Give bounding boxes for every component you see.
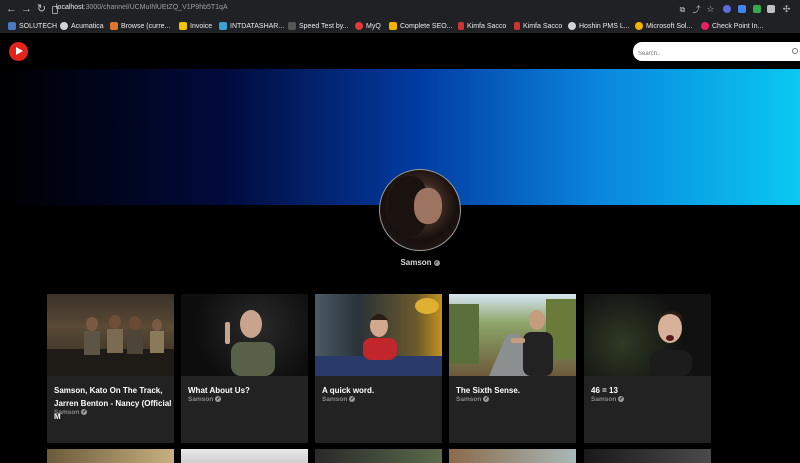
forward-icon[interactable]: → [21, 4, 32, 15]
back-icon[interactable]: ← [6, 4, 17, 15]
bookmark-favicon-icon [701, 22, 709, 30]
bookmark-item[interactable]: Browse (curre... [110, 21, 170, 31]
bookmark-favicon-icon [110, 22, 118, 30]
search-input[interactable] [636, 43, 790, 65]
bookmark-star-icon[interactable]: ☆ [705, 4, 716, 15]
thumbnail-image [650, 311, 692, 376]
verified-icon: ✓ [215, 396, 222, 403]
channel-name: Samson ✓ [400, 258, 440, 267]
video-channel[interactable]: Samson ✓ [188, 396, 222, 403]
video-thumbnail[interactable] [315, 294, 442, 376]
bookmark-favicon-icon [514, 22, 520, 30]
reload-icon[interactable]: ↻ [36, 4, 47, 15]
bookmark-item[interactable]: Kimfa Sacco [514, 21, 562, 31]
video-thumbnail[interactable] [181, 294, 308, 376]
youtube-logo-icon[interactable] [9, 42, 28, 61]
bookmark-favicon-icon [179, 22, 187, 30]
open-in-window-icon[interactable]: ⧉ [677, 4, 688, 15]
browser-toolbar: ← → ↻ localhost:3000/channel/UCMuIhlUEtZ… [0, 0, 800, 19]
extension-icon[interactable] [723, 5, 731, 13]
bookmark-item[interactable]: Hoshin PMS L... [568, 21, 630, 31]
bookmark-item[interactable]: MyQ [355, 21, 381, 31]
video-card[interactable]: The Sixth Sense. Samson ✓ [449, 294, 576, 443]
avatar-face [414, 188, 442, 224]
address-bar[interactable]: localhost:3000/channel/UCMuIhlUEtZQ_V1P9… [56, 4, 228, 11]
bookmark-favicon-icon [219, 22, 227, 30]
search-icon[interactable] [792, 48, 798, 54]
video-thumbnail[interactable] [584, 294, 711, 376]
video-channel[interactable]: Samson ✓ [54, 409, 88, 416]
verified-icon: ✓ [483, 396, 490, 403]
search-box[interactable] [633, 42, 800, 65]
extension-icon[interactable] [753, 5, 761, 13]
video-thumbnail[interactable] [449, 294, 576, 376]
bookmark-favicon-icon [458, 22, 464, 30]
thumbnail-image [449, 299, 576, 376]
video-card[interactable]: 46 = 13 Samson ✓ [584, 294, 711, 443]
bookmark-favicon-icon [60, 22, 68, 30]
bookmark-item[interactable]: Microsoft Sol... [635, 21, 692, 31]
thumbnail-image [47, 315, 174, 376]
video-channel[interactable]: Samson ✓ [591, 396, 625, 403]
video-thumbnail[interactable] [584, 449, 711, 463]
share-icon[interactable]: ⤴ [691, 4, 702, 15]
bookmark-item[interactable]: Complete SEO... [389, 21, 453, 31]
extension-icon[interactable] [767, 5, 775, 13]
video-title[interactable]: Samson, Kato On The Track, Jarren Benton… [54, 384, 172, 423]
channel-avatar[interactable] [379, 169, 461, 251]
bookmark-favicon-icon [288, 22, 296, 30]
video-thumbnail[interactable] [315, 449, 442, 463]
video-card[interactable]: Samson, Kato On The Track, Jarren Benton… [47, 294, 174, 443]
bookmark-item[interactable]: SOLUTECH [8, 21, 57, 31]
bookmark-favicon-icon [389, 22, 397, 30]
video-thumbnail[interactable] [47, 294, 174, 376]
video-thumbnail[interactable] [47, 449, 174, 463]
extensions-puzzle-icon[interactable]: ✣ [781, 4, 792, 15]
video-card[interactable]: A quick word. Samson ✓ [315, 294, 442, 443]
verified-icon: ✓ [433, 259, 440, 266]
bookmark-item[interactable]: Kimfa Sacco [458, 21, 506, 31]
bookmark-item[interactable]: INTDATASHAR... [219, 21, 284, 31]
video-channel[interactable]: Samson ✓ [322, 396, 356, 403]
extension-shield-icon[interactable] [738, 5, 746, 13]
bookmark-item[interactable]: Speed Test by... [288, 21, 349, 31]
bookmark-favicon-icon [568, 22, 576, 30]
thumbnail-image [225, 309, 275, 376]
bookmark-favicon-icon [635, 22, 643, 30]
video-thumbnail[interactable] [181, 449, 308, 463]
video-channel[interactable]: Samson ✓ [456, 396, 490, 403]
thumbnail-image [315, 298, 442, 376]
verified-icon: ✓ [618, 396, 625, 403]
bookmark-item[interactable]: Check Point In... [701, 21, 763, 31]
bookmark-item[interactable]: Invoice [179, 21, 212, 31]
bookmark-favicon-icon [8, 22, 16, 30]
video-card[interactable]: What About Us? Samson ✓ [181, 294, 308, 443]
verified-icon: ✓ [349, 396, 356, 403]
verified-icon: ✓ [81, 409, 88, 416]
bookmarks-bar: SOLUTECH Acumatica Browse (curre... Invo… [0, 19, 800, 34]
video-thumbnail[interactable] [449, 449, 576, 463]
bookmark-item[interactable]: Acumatica [60, 21, 104, 31]
bookmark-favicon-icon [355, 22, 363, 30]
